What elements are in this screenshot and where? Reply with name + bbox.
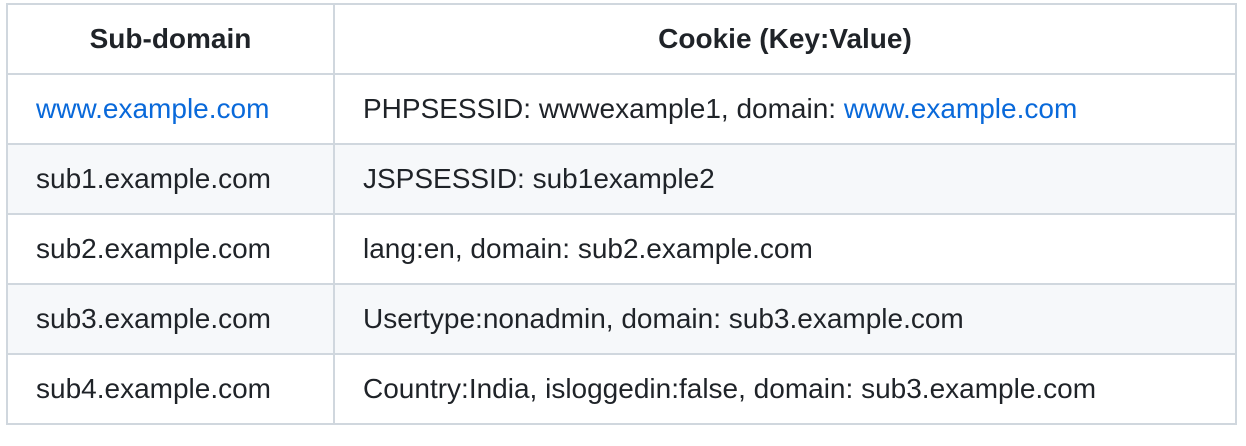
cookie-cell: Usertype:nonadmin, domain: sub3.example.… [333, 283, 1237, 355]
subdomain-cell: sub1.example.com [6, 143, 335, 215]
cookie-table-container: Sub-domain Cookie (Key:Value) www.exampl… [6, 3, 1237, 425]
subdomain-cell: sub4.example.com [6, 353, 335, 425]
table-row: sub3.example.com Usertype:nonadmin, doma… [6, 283, 1237, 355]
cookie-cell: Country:India, isloggedin:false, domain:… [333, 353, 1237, 425]
cookie-cell: JSPSESSID: sub1example2 [333, 143, 1237, 215]
subdomain-link[interactable]: www.example.com [36, 93, 269, 124]
subdomain-cell: sub2.example.com [6, 213, 335, 285]
table-row: sub1.example.com JSPSESSID: sub1example2 [6, 143, 1237, 215]
cookie-domain-link[interactable]: www.example.com [844, 93, 1077, 124]
table-row: sub4.example.com Country:India, islogged… [6, 353, 1237, 425]
cookie-cell: PHPSESSID: wwwexample1, domain: www.exam… [333, 73, 1237, 145]
header-subdomain: Sub-domain [6, 3, 335, 75]
table-header-row: Sub-domain Cookie (Key:Value) [6, 3, 1237, 75]
header-cookie: Cookie (Key:Value) [333, 3, 1237, 75]
subdomain-cell: www.example.com [6, 73, 335, 145]
cookie-cell: lang:en, domain: sub2.example.com [333, 213, 1237, 285]
cookie-table: Sub-domain Cookie (Key:Value) www.exampl… [6, 3, 1237, 425]
subdomain-cell: sub3.example.com [6, 283, 335, 355]
cookie-text: PHPSESSID: wwwexample1, domain: [363, 93, 844, 124]
table-row: sub2.example.com lang:en, domain: sub2.e… [6, 213, 1237, 285]
table-row: www.example.com PHPSESSID: wwwexample1, … [6, 73, 1237, 145]
